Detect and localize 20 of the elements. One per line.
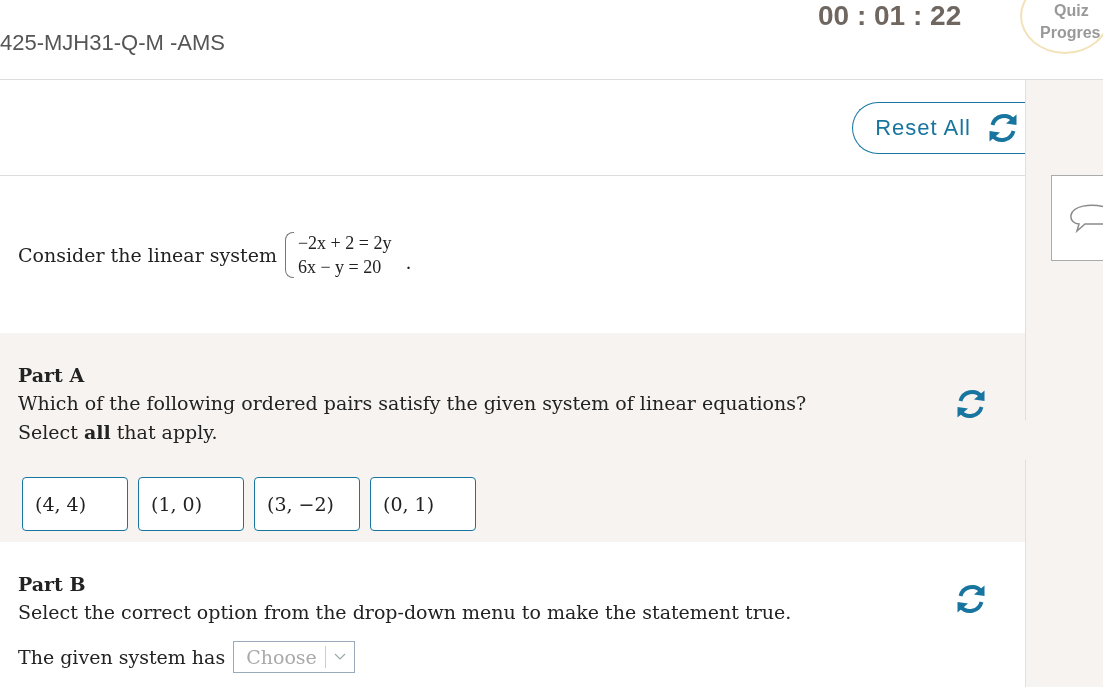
brace-icon (284, 231, 294, 278)
reset-all-button[interactable]: Reset All (852, 101, 1025, 154)
answer-option[interactable]: (0, 1) (370, 477, 476, 531)
assessment-title: 425-MJH31-Q-M -AMS (0, 30, 225, 56)
prompt-text: Select the correct option from the drop-down menu to make the statement true. (18, 600, 792, 625)
answer-option[interactable]: (3, −2) (254, 477, 360, 531)
comment-button[interactable] (1051, 175, 1103, 261)
equation: 6x − y = 20 (297, 255, 383, 279)
statement-text: The given system has (18, 644, 226, 670)
equation: −2x + 2 = 2y (297, 231, 392, 255)
part-title: Part A (18, 363, 86, 388)
question-text: Consider the linear system (18, 243, 277, 266)
caret-icon (333, 653, 346, 661)
answer-option[interactable]: (1, 0) (138, 477, 244, 531)
prompt-text: Which of the following ordered pairs satisfy the given system of linear equations? (18, 391, 807, 416)
instruction-text: Select all that apply. (18, 420, 219, 445)
part-title: Part B (18, 572, 87, 597)
answer-option[interactable]: (4, 4) (22, 477, 128, 531)
period: . (405, 250, 412, 273)
timer: 00 : 01 : 22 (818, 0, 962, 32)
